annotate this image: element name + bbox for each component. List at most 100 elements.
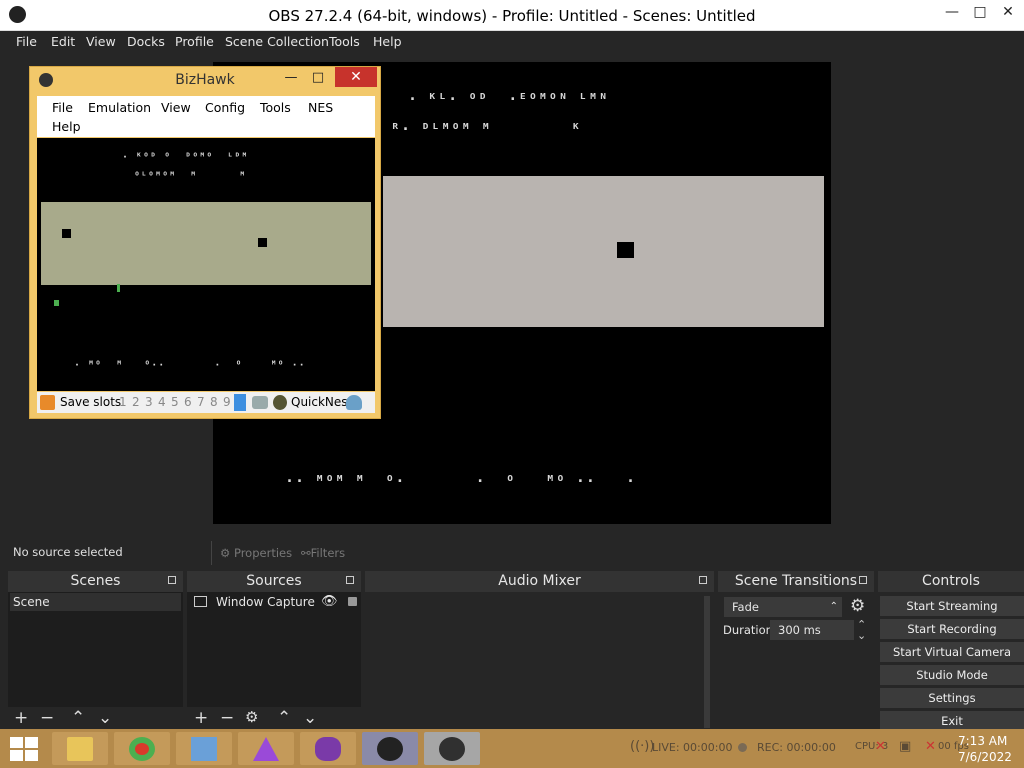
minimize-button[interactable]: — — [938, 2, 966, 22]
obs-taskbar-icon[interactable] — [424, 732, 480, 765]
menu-edit[interactable]: Edit — [51, 34, 75, 49]
filters-button[interactable]: ⚯Filters — [301, 542, 345, 564]
undock-icon[interactable] — [346, 576, 354, 584]
live-status: LIVE: 00:00:00 — [652, 741, 733, 754]
network-icon[interactable]: ▣ — [899, 739, 911, 754]
windows-start-icon[interactable] — [10, 737, 38, 761]
move-up-icon[interactable]: ⌃ — [71, 708, 85, 728]
bizhawk-sprite-green — [117, 284, 120, 292]
mixer-scrollbar[interactable] — [704, 596, 710, 728]
bizhawk-menu-nes[interactable]: NES — [308, 100, 333, 115]
properties-label: Properties — [233, 546, 293, 560]
bizhawk-menu-config[interactable]: Config — [205, 100, 245, 115]
add-source-icon[interactable]: + — [194, 708, 208, 728]
controls-dock: Controls Start Streaming Start Recording… — [878, 571, 1024, 731]
save-slot-7[interactable]: 7 — [197, 395, 205, 409]
bizhawk-menu-help[interactable]: Help — [52, 119, 81, 134]
controller-icon[interactable] — [252, 396, 268, 409]
filter-icon: ⚯ — [301, 546, 311, 560]
bizhawk-taskbar-icon[interactable] — [300, 732, 356, 765]
rec-dot-icon — [738, 743, 747, 752]
undock-icon[interactable] — [699, 576, 707, 584]
bizhawk-close-button[interactable]: ✕ — [335, 67, 377, 87]
clock-time[interactable]: 7:13 AM — [958, 734, 1007, 748]
audio-mixer-body — [365, 592, 714, 729]
game-text-line1: · ᴷᴸ· ᴼᴰ ·ᴱᴼᴹᴼᴺ ᴸᴹᴺ — [408, 90, 609, 108]
scene-item[interactable]: Scene — [10, 593, 181, 611]
menu-profile[interactable]: Profile — [175, 34, 214, 49]
menu-scene-collection[interactable]: Scene Collection — [225, 34, 329, 49]
lock-icon[interactable] — [348, 597, 357, 606]
transition-gear-icon[interactable]: ⚙ — [850, 596, 865, 616]
menu-file[interactable]: File — [16, 34, 37, 49]
move-down-icon[interactable]: ⌄ — [303, 708, 317, 728]
controls-title: Controls — [878, 571, 1024, 592]
undock-icon[interactable] — [859, 576, 867, 584]
move-down-icon[interactable]: ⌄ — [98, 708, 112, 728]
window-capture-icon — [194, 596, 207, 607]
start-streaming-button[interactable]: Start Streaming — [880, 596, 1024, 616]
save-slot-0-selected[interactable] — [234, 394, 246, 411]
studio-mode-button[interactable]: Studio Mode — [880, 665, 1024, 685]
bizhawk-window[interactable]: BizHawk — □ ✕ File Emulation View Config… — [29, 66, 381, 419]
flag-icon[interactable]: ✕ — [925, 739, 936, 754]
save-slot-2[interactable]: 2 — [132, 395, 140, 409]
save-slot-6[interactable]: 6 — [184, 395, 192, 409]
sources-dock: Sources Window Capture 👁 + − ⚙ ⌃ ⌄ — [187, 571, 361, 729]
remove-scene-icon[interactable]: − — [40, 708, 54, 728]
save-slot-5[interactable]: 5 — [171, 395, 179, 409]
undock-icon[interactable] — [168, 576, 176, 584]
duration-down-icon[interactable]: ⌄ — [857, 629, 866, 642]
save-slot-8[interactable]: 8 — [210, 395, 218, 409]
save-slot-1[interactable]: 1 — [119, 395, 127, 409]
control-panel-icon[interactable] — [176, 732, 232, 765]
bizhawk-screen-text1: · ᴷᴼᴰ ᴼ ᴰᴼᴹᴼ ᴸᴰᴹ — [122, 152, 249, 163]
chrome-icon[interactable] — [114, 732, 170, 765]
transition-type: Fade — [732, 600, 759, 614]
bizhawk-minimize-button[interactable]: — — [277, 68, 305, 88]
save-slot-9[interactable]: 9 — [223, 395, 231, 409]
core-icon — [273, 395, 287, 410]
add-scene-icon[interactable]: + — [14, 708, 28, 728]
settings-button[interactable]: Settings — [880, 688, 1024, 708]
exit-button[interactable]: Exit — [880, 711, 1024, 731]
file-explorer-icon[interactable] — [52, 732, 108, 765]
properties-button[interactable]: ⚙ Properties — [220, 542, 292, 564]
transition-select[interactable]: Fade ⌃ — [724, 597, 842, 617]
bizhawk-game-screen[interactable]: · ᴷᴼᴰ ᴼ ᴰᴼᴹᴼ ᴸᴰᴹ ᴼᴸᴼᴹᴼᴹ ᴹ ᴹ · ᴹᴼ ᴹ ᴼ·· ·… — [37, 138, 375, 391]
volume-muted-icon[interactable]: ✕ — [875, 739, 886, 754]
start-virtual-camera-button[interactable]: Start Virtual Camera — [880, 642, 1024, 662]
maximize-button[interactable]: □ — [966, 2, 994, 22]
close-button[interactable]: ✕ — [994, 2, 1022, 22]
menu-tools[interactable]: Tools — [329, 34, 360, 49]
menu-view[interactable]: View — [86, 34, 116, 49]
source-settings-gear-icon[interactable]: ⚙ — [245, 708, 258, 726]
gear-icon: ⚙ — [220, 546, 231, 560]
source-item[interactable]: Window Capture 👁 — [189, 593, 359, 611]
clock-date[interactable]: 7/6/2022 — [958, 750, 1012, 764]
bizhawk-menu-file[interactable]: File — [52, 100, 73, 115]
save-slot-3[interactable]: 3 — [145, 395, 153, 409]
question-icon[interactable] — [40, 395, 55, 410]
user-icon[interactable] — [346, 395, 362, 410]
transitions-body: Fade ⌃ ⚙ Duration 300 ms ⌃ ⌄ — [718, 592, 874, 729]
remove-source-icon[interactable]: − — [220, 708, 234, 728]
save-slot-4[interactable]: 4 — [158, 395, 166, 409]
move-up-icon[interactable]: ⌃ — [277, 708, 291, 728]
core-name: QuickNes — [291, 395, 348, 409]
bizhawk-menu-emulation[interactable]: Emulation — [88, 100, 151, 115]
penguin-app-icon[interactable] — [362, 732, 418, 765]
bizhawk-menu-tools[interactable]: Tools — [260, 100, 291, 115]
duration-input[interactable]: 300 ms — [770, 620, 854, 640]
bizhawk-menu-view[interactable]: View — [161, 100, 191, 115]
menu-help[interactable]: Help — [373, 34, 402, 49]
windows-taskbar: ((·)) LIVE: 00:00:00 REC: 00:00:00 CPU: … — [0, 729, 1024, 768]
scenes-toolbar: + − ⌃ ⌄ — [8, 707, 183, 729]
transitions-title: Scene Transitions — [718, 571, 874, 592]
menu-docks[interactable]: Docks — [127, 34, 165, 49]
start-recording-button[interactable]: Start Recording — [880, 619, 1024, 639]
bizhawk-screen-text2: ᴼᴸᴼᴹᴼᴹ ᴹ ᴹ — [134, 171, 247, 182]
eye-icon[interactable]: 👁 — [321, 593, 338, 611]
bizhawk-maximize-button[interactable]: □ — [304, 68, 332, 88]
triangle-app-icon[interactable] — [238, 732, 294, 765]
